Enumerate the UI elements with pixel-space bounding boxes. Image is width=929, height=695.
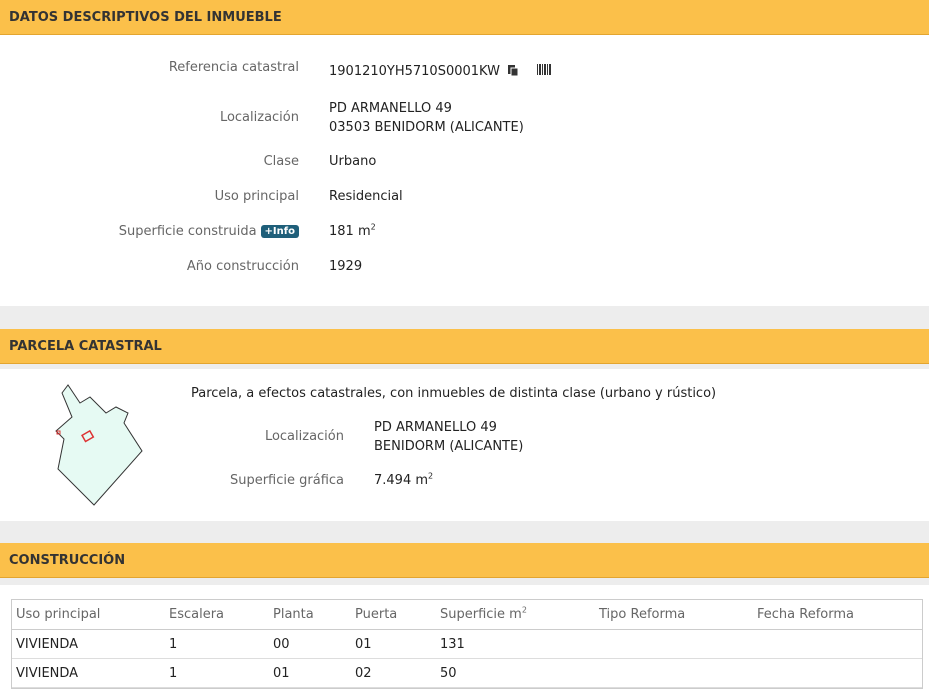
table-cell: 02 (351, 658, 436, 688)
table-cell (595, 629, 753, 659)
loc-line2: 03503 BENIDORM (ALICANTE) (329, 120, 524, 135)
table-cell: 1 (165, 658, 269, 688)
col-superficie: Superficie m2 (436, 600, 595, 630)
sup-label-text: Superficie construida (118, 224, 257, 239)
parcela-sup-unit-sup: 2 (428, 471, 434, 481)
info-badge[interactable]: +Info (260, 225, 299, 238)
col-superficie-text: Superficie m (440, 607, 522, 622)
col-puerta: Puerta (351, 600, 436, 630)
ref-value: 1901210YH5710S0001KW (329, 62, 552, 83)
anio-value: 1929 (329, 259, 363, 274)
clase-label: Clase (263, 154, 299, 169)
uso-label: Uso principal (214, 189, 299, 204)
construccion-table: Uso principal Escalera Planta Puerta Sup… (12, 600, 922, 688)
loc-label: Localización (219, 110, 299, 125)
inmueble-header-title: DATOS DESCRIPTIVOS DEL INMUEBLE (9, 9, 282, 25)
parcela-panel: Parcela, a efectos catastrales, con inmu… (0, 369, 929, 521)
construccion-panel: Uso principal Escalera Planta Puerta Sup… (0, 585, 929, 695)
construccion-header: CONSTRUCCIÓN (0, 543, 929, 578)
table-header-row: Uso principal Escalera Planta Puerta Sup… (12, 600, 922, 630)
table-cell: 1 (165, 629, 269, 659)
parcela-sup-label: Superficie gráfica (229, 473, 344, 488)
parcela-desc: Parcela, a efectos catastrales, con inmu… (191, 386, 717, 401)
clase-value: Urbano (329, 154, 377, 169)
table-cell (753, 629, 922, 659)
table-cell: 131 (436, 629, 595, 659)
ref-value-text: 1901210YH5710S0001KW (329, 64, 500, 79)
col-tipo-reforma: Tipo Reforma (595, 600, 753, 630)
parcel-shape (55, 384, 143, 506)
table-cell: VIVIENDA (12, 658, 165, 688)
sup-label: Superficie construida +Info (119, 224, 299, 239)
parcela-loc-label: Localización (264, 429, 344, 444)
parcela-header: PARCELA CATASTRAL (0, 329, 929, 364)
sup-value-text: 181 m (329, 224, 371, 239)
col-superficie-sup: 2 (521, 605, 527, 615)
loc-line1: PD ARMANELLO 49 (329, 101, 452, 116)
parcel-map[interactable] (48, 381, 158, 511)
inmueble-panel: Referencia catastral 1901210YH5710S0001K… (0, 35, 929, 306)
loc-value: PD ARMANELLO 49 03503 BENIDORM (ALICANTE… (329, 99, 524, 137)
table-cell (753, 658, 922, 688)
sup-value: 181 m2 (329, 222, 376, 241)
col-planta: Planta (269, 600, 351, 630)
table-cell: 50 (436, 658, 595, 688)
col-fecha-reforma: Fecha Reforma (753, 600, 922, 630)
table-row: VIVIENDA 1 00 01 131 (12, 629, 922, 659)
uso-value: Residencial (329, 189, 403, 204)
copy-icon[interactable] (507, 64, 519, 83)
col-puerta-text: Puerta (355, 607, 398, 622)
col-escalera: Escalera (165, 600, 269, 630)
table-cell: 01 (351, 629, 436, 659)
col-uso: Uso principal (12, 600, 165, 630)
table-cell (595, 658, 753, 688)
sup-unit-sup: 2 (370, 222, 376, 232)
table-cell: 00 (269, 629, 351, 659)
parcela-header-title: PARCELA CATASTRAL (9, 338, 162, 354)
construccion-table-wrap: Uso principal Escalera Planta Puerta Sup… (11, 599, 923, 689)
table-row: VIVIENDA 1 01 02 50 (12, 658, 922, 688)
anio-label: Año construcción (186, 259, 299, 274)
parcela-sup-value: 7.494 m2 (374, 471, 433, 490)
barcode-icon[interactable] (537, 62, 552, 81)
parcela-loc-line1: PD ARMANELLO 49 (374, 420, 497, 435)
table-cell: VIVIENDA (12, 629, 165, 659)
parcela-sup-value-text: 7.494 m (374, 473, 429, 488)
table-cell: 01 (269, 658, 351, 688)
ref-label: Referencia catastral (168, 60, 299, 75)
parcela-loc-value: PD ARMANELLO 49 BENIDORM (ALICANTE) (374, 418, 523, 456)
parcela-loc-line2: BENIDORM (ALICANTE) (374, 439, 524, 454)
inmueble-header: DATOS DESCRIPTIVOS DEL INMUEBLE (0, 0, 929, 35)
construccion-header-title: CONSTRUCCIÓN (9, 552, 126, 568)
